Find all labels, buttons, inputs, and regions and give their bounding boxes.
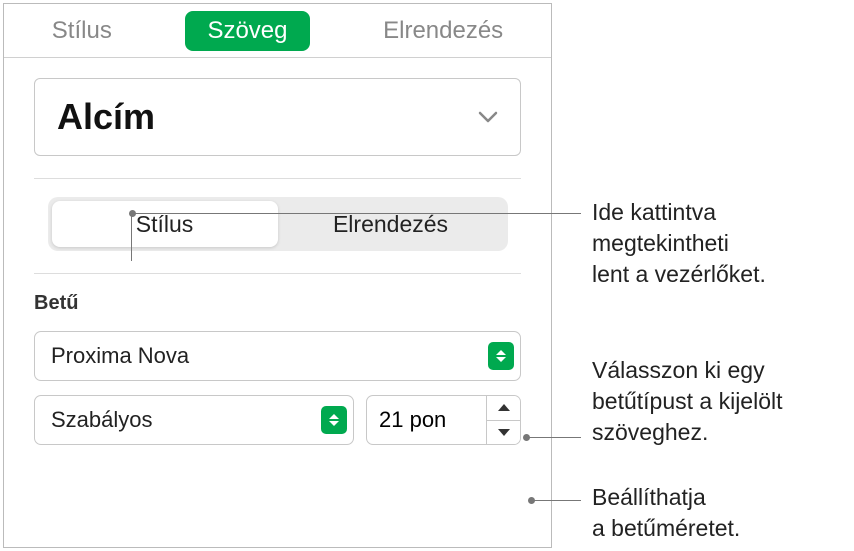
callout-lead — [131, 213, 581, 214]
callout-lead — [525, 437, 581, 438]
stepper-up[interactable] — [487, 396, 520, 420]
callout-lead — [131, 213, 132, 261]
divider — [34, 178, 521, 179]
callout-line: szöveghez. — [592, 417, 783, 448]
tab-layout[interactable]: Elrendezés — [361, 11, 525, 51]
subtabs: Stílus Elrendezés — [48, 197, 508, 251]
font-size-input[interactable]: 21 pon — [366, 395, 487, 445]
callout-text: Válasszon ki egy betűtípust a kijelölt s… — [592, 355, 783, 448]
callout-line: Ide kattintva — [592, 197, 766, 228]
callout-line: Válasszon ki egy — [592, 355, 783, 386]
callout-line: betűtípust a kijelölt — [592, 386, 783, 417]
font-weight-popup[interactable]: Szabályos — [34, 395, 354, 445]
tab-style[interactable]: Stílus — [30, 11, 134, 51]
callout-line: megtekintheti — [592, 228, 766, 259]
font-section-label: Betű — [34, 292, 521, 315]
font-size-field: 21 pon — [366, 395, 521, 445]
font-weight-label: Szabályos — [51, 407, 153, 433]
paragraph-style-popup[interactable]: Alcím — [34, 78, 521, 156]
callout-line: Beállíthatja — [592, 482, 740, 513]
chevron-down-icon — [478, 111, 498, 123]
callout-line: a betűméretet. — [592, 513, 740, 544]
subtab-layout[interactable]: Elrendezés — [278, 201, 504, 247]
tab-text[interactable]: Szöveg — [185, 11, 309, 51]
divider — [34, 273, 521, 274]
format-panel: Stílus Szöveg Elrendezés Alcím Stílus El… — [3, 3, 552, 548]
font-size-stepper — [487, 395, 521, 445]
paragraph-style-label: Alcím — [57, 96, 155, 138]
callout-text: Ide kattintva megtekintheti lent a vezér… — [592, 197, 766, 290]
updown-icon — [488, 342, 514, 370]
callout-text: Beállíthatja a betűméretet. — [592, 482, 740, 544]
stepper-down[interactable] — [487, 420, 520, 445]
subtab-style[interactable]: Stílus — [52, 201, 278, 247]
font-family-label: Proxima Nova — [51, 343, 189, 369]
updown-icon — [321, 406, 347, 434]
callout-line: lent a vezérlőket. — [592, 259, 766, 290]
font-family-popup[interactable]: Proxima Nova — [34, 331, 521, 381]
callout-lead — [530, 500, 581, 501]
top-tabs: Stílus Szöveg Elrendezés — [4, 4, 551, 58]
